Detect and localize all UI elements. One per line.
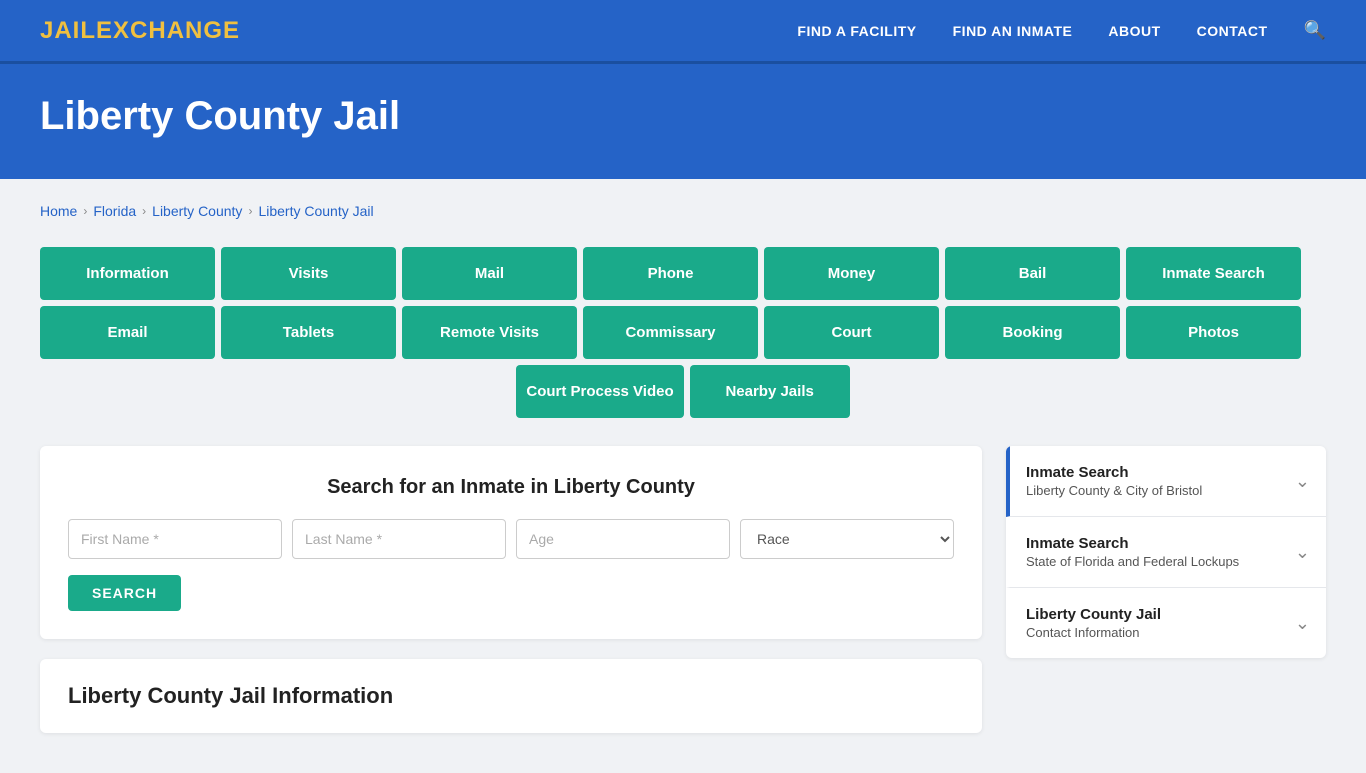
logo-jail: JAIL (40, 17, 96, 44)
age-input[interactable] (516, 519, 730, 559)
tile-information[interactable]: Information (40, 247, 215, 300)
main-content: Home › Florida › Liberty County › Libert… (0, 179, 1366, 773)
hero-section: Liberty County Jail (0, 64, 1366, 179)
search-title: Search for an Inmate in Liberty County (68, 476, 954, 499)
sidebar-item-contact-text: Liberty County Jail Contact Information (1026, 606, 1161, 640)
race-select[interactable]: Race White Black Hispanic Asian Other (740, 519, 954, 559)
tile-visits[interactable]: Visits (221, 247, 396, 300)
breadcrumb: Home › Florida › Liberty County › Libert… (40, 203, 1326, 219)
sidebar-card: Inmate Search Liberty County & City of B… (1006, 446, 1326, 658)
tile-inmate-search[interactable]: Inmate Search (1126, 247, 1301, 300)
tile-row-3: Court Process Video Nearby Jails (40, 365, 1326, 418)
breadcrumb-florida[interactable]: Florida (93, 203, 136, 219)
sidebar-item-liberty-subtitle: Liberty County & City of Bristol (1026, 483, 1202, 498)
sidebar-item-florida-subtitle: State of Florida and Federal Lockups (1026, 554, 1239, 569)
content-row: Search for an Inmate in Liberty County R… (40, 446, 1326, 733)
tile-commissary[interactable]: Commissary (583, 306, 758, 359)
sidebar-item-florida-text: Inmate Search State of Florida and Feder… (1026, 535, 1239, 569)
nav-find-facility[interactable]: FIND A FACILITY (797, 23, 916, 39)
page-title: Liberty County Jail (40, 94, 1326, 139)
breadcrumb-sep-1: › (83, 204, 87, 218)
breadcrumb-liberty-county[interactable]: Liberty County (152, 203, 242, 219)
tile-remote-visits[interactable]: Remote Visits (402, 306, 577, 359)
tile-nearby-jails[interactable]: Nearby Jails (690, 365, 850, 418)
sidebar-item-contact-chevron: ⌄ (1295, 613, 1310, 634)
tile-photos[interactable]: Photos (1126, 306, 1301, 359)
search-button[interactable]: SEARCH (68, 575, 181, 611)
tile-row-2: Email Tablets Remote Visits Commissary C… (40, 306, 1326, 359)
tile-mail[interactable]: Mail (402, 247, 577, 300)
last-name-input[interactable] (292, 519, 506, 559)
nav-find-inmate[interactable]: FIND AN INMATE (953, 23, 1073, 39)
nav-search-icon[interactable]: 🔍 (1304, 20, 1326, 41)
info-title: Liberty County Jail Information (68, 683, 954, 709)
tile-court[interactable]: Court (764, 306, 939, 359)
tile-money[interactable]: Money (764, 247, 939, 300)
nav-about[interactable]: ABOUT (1108, 23, 1160, 39)
sidebar-item-contact[interactable]: Liberty County Jail Contact Information … (1006, 588, 1326, 658)
sidebar-item-liberty-chevron: ⌄ (1295, 471, 1310, 492)
logo-exchange-highlight: EXCHANGE (96, 17, 240, 44)
tile-tablets[interactable]: Tablets (221, 306, 396, 359)
breadcrumb-sep-3: › (248, 204, 252, 218)
breadcrumb-current: Liberty County Jail (258, 203, 373, 219)
tile-row-1: Information Visits Mail Phone Money Bail… (40, 247, 1326, 300)
tile-email[interactable]: Email (40, 306, 215, 359)
tile-booking[interactable]: Booking (945, 306, 1120, 359)
tile-court-process-video[interactable]: Court Process Video (516, 365, 683, 418)
nav-contact[interactable]: CONTACT (1197, 23, 1268, 39)
breadcrumb-sep-2: › (142, 204, 146, 218)
sidebar-item-liberty[interactable]: Inmate Search Liberty County & City of B… (1006, 446, 1326, 517)
breadcrumb-home[interactable]: Home (40, 203, 77, 219)
tile-grid: Information Visits Mail Phone Money Bail… (40, 247, 1326, 418)
left-panel: Search for an Inmate in Liberty County R… (40, 446, 982, 733)
search-fields: Race White Black Hispanic Asian Other (68, 519, 954, 559)
site-logo[interactable]: JAILEXCHANGE (40, 17, 240, 45)
sidebar-item-florida-chevron: ⌄ (1295, 542, 1310, 563)
info-card: Liberty County Jail Information (40, 659, 982, 733)
sidebar-item-liberty-title: Inmate Search (1026, 464, 1202, 481)
first-name-input[interactable] (68, 519, 282, 559)
sidebar-item-liberty-text: Inmate Search Liberty County & City of B… (1026, 464, 1202, 498)
right-panel: Inmate Search Liberty County & City of B… (1006, 446, 1326, 658)
sidebar-item-florida[interactable]: Inmate Search State of Florida and Feder… (1006, 517, 1326, 588)
tile-phone[interactable]: Phone (583, 247, 758, 300)
search-card: Search for an Inmate in Liberty County R… (40, 446, 982, 639)
navbar: JAILEXCHANGE FIND A FACILITY FIND AN INM… (0, 0, 1366, 64)
sidebar-item-contact-title: Liberty County Jail (1026, 606, 1161, 623)
sidebar-item-florida-title: Inmate Search (1026, 535, 1239, 552)
nav-links: FIND A FACILITY FIND AN INMATE ABOUT CON… (797, 20, 1326, 41)
tile-bail[interactable]: Bail (945, 247, 1120, 300)
sidebar-item-contact-subtitle: Contact Information (1026, 625, 1161, 640)
